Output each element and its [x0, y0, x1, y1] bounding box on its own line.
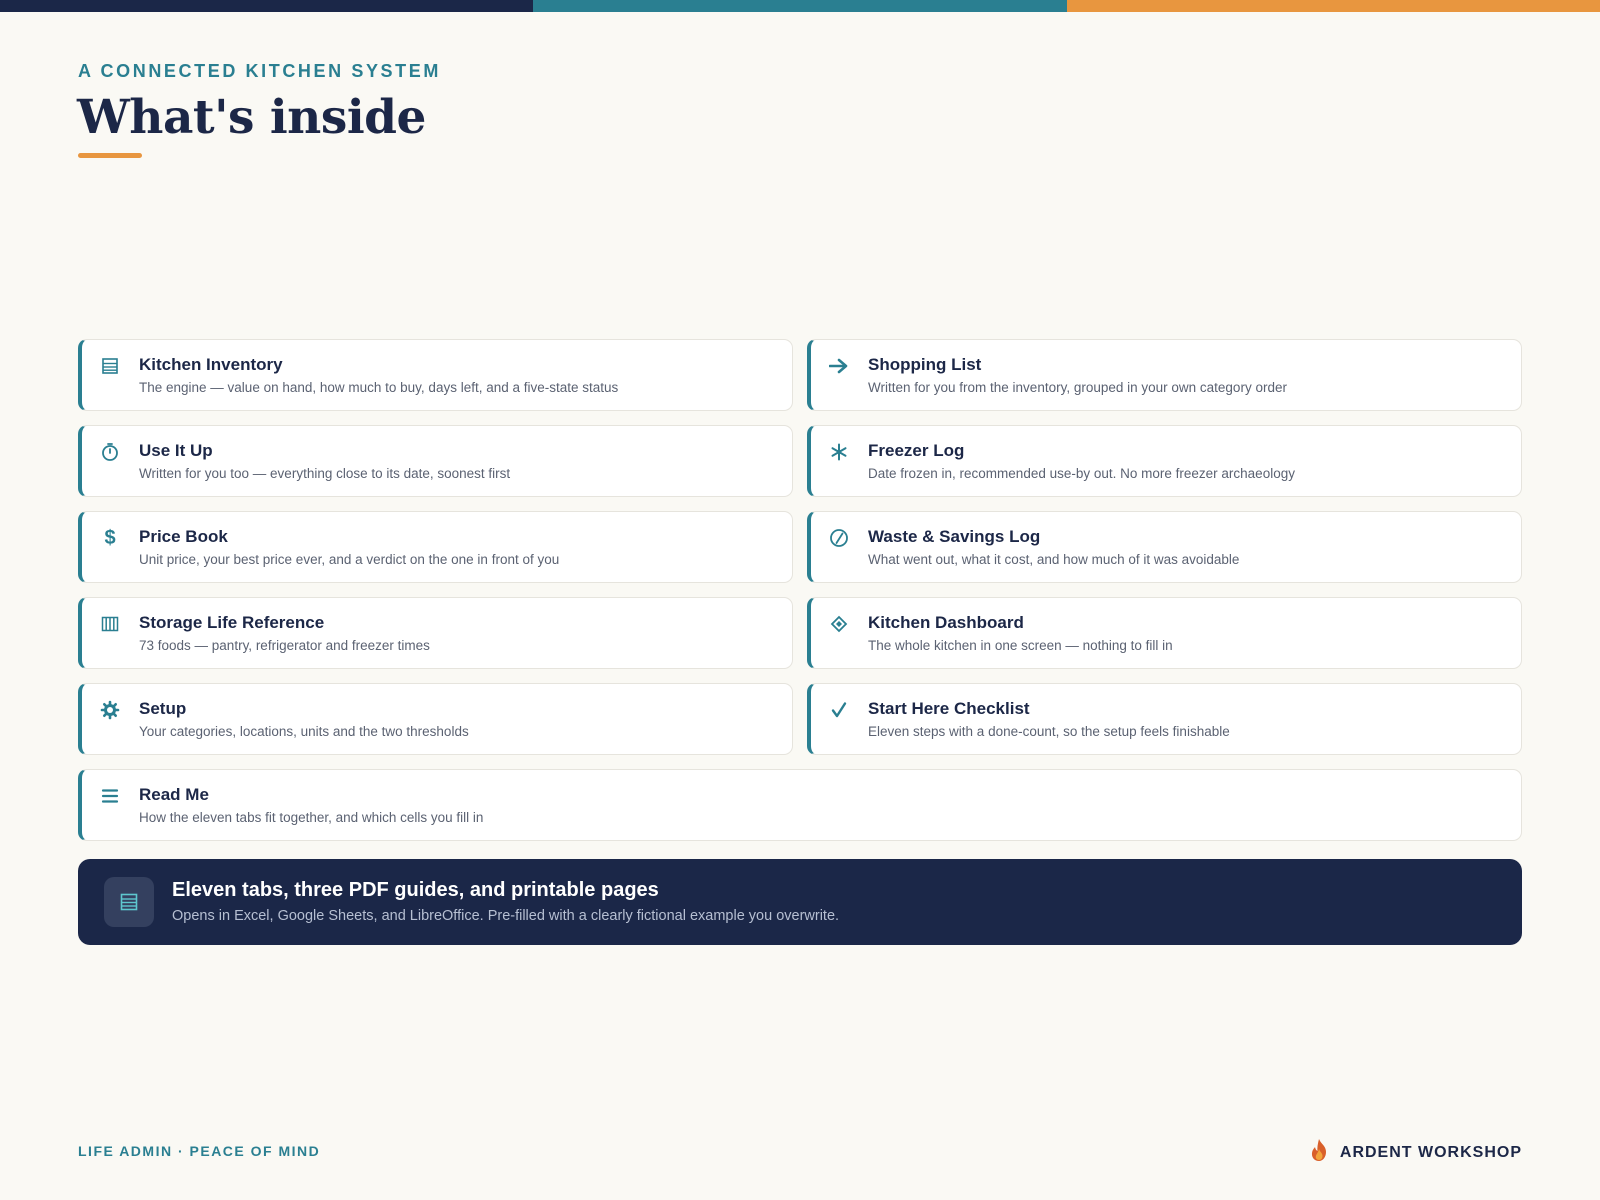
card-description: Date frozen in, recommended use-by out. … — [868, 466, 1295, 481]
card-setup: Setup Your categories, locations, units … — [78, 683, 793, 755]
card-title: Storage Life Reference — [139, 613, 325, 632]
title-underline — [78, 153, 142, 158]
card-use-it-up: Use It Up Written for you too — everythi… — [78, 425, 793, 497]
card-title: Waste & Savings Log — [868, 527, 1041, 546]
card-shopping-list: Shopping List Written for you from the i… — [807, 339, 1522, 411]
summary-banner: Eleven tabs, three PDF guides, and print… — [78, 859, 1522, 945]
card-description: Your categories, locations, units and th… — [139, 724, 469, 739]
card-title: Freezer Log — [868, 441, 965, 460]
card-freezer-log: Freezer Log Date frozen in, recommended … — [807, 425, 1522, 497]
card-waste-savings-log: Waste & Savings Log What went out, what … — [807, 511, 1522, 583]
card-description: Eleven steps with a done-count, so the s… — [868, 724, 1230, 739]
menu-lines-icon — [98, 784, 122, 808]
spreadsheet-icon — [104, 877, 154, 927]
brand-name: ARDENT WORKSHOP — [1339, 1143, 1522, 1161]
stopwatch-icon — [98, 440, 122, 464]
banner-subtitle: Opens in Excel, Google Sheets, and Libre… — [172, 908, 840, 924]
card-title: Start Here Checklist — [868, 699, 1030, 718]
card-storage-life-reference: Storage Life Reference 73 foods — pantry… — [78, 597, 793, 669]
snowflake-icon — [827, 440, 851, 464]
card-description: What went out, what it cost, and how muc… — [868, 552, 1240, 567]
card-kitchen-dashboard: Kitchen Dashboard The whole kitchen in o… — [807, 597, 1522, 669]
banner-title: Eleven tabs, three PDF guides, and print… — [172, 879, 659, 901]
columns-icon — [98, 612, 122, 636]
arrow-right-icon — [827, 354, 851, 378]
footer-tagline: LIFE ADMIN · PEACE OF MIND — [78, 1143, 321, 1159]
card-title: Kitchen Inventory — [139, 355, 283, 374]
footer-brand: ARDENT WORKSHOP — [1308, 1138, 1522, 1167]
card-start-here-checklist: Start Here Checklist Eleven steps with a… — [807, 683, 1522, 755]
top-bar-teal-segment — [533, 0, 1067, 12]
flame-logo-icon — [1308, 1138, 1330, 1167]
card-title: Setup — [139, 699, 187, 718]
card-title: Kitchen Dashboard — [868, 613, 1024, 632]
card-description: The engine — value on hand, how much to … — [139, 380, 619, 395]
card-description: Written for you from the inventory, grou… — [868, 380, 1287, 395]
card-kitchen-inventory: Kitchen Inventory The engine — value on … — [78, 339, 793, 411]
card-title: Shopping List — [868, 355, 982, 374]
eyebrow-label: A CONNECTED KITCHEN SYSTEM — [78, 61, 441, 81]
checkmark-icon — [827, 698, 851, 722]
page-title: What's inside — [77, 90, 426, 145]
top-color-bar — [0, 0, 1600, 12]
no-waste-icon — [827, 526, 851, 550]
diamond-icon — [827, 612, 851, 636]
top-bar-navy-segment — [0, 0, 534, 12]
card-description: Unit price, your best price ever, and a … — [139, 552, 560, 567]
card-title: Read Me — [139, 785, 209, 804]
card-description: Written for you too — everything close t… — [139, 466, 511, 481]
gear-icon — [98, 698, 122, 722]
card-read-me: Read Me How the eleven tabs fit together… — [78, 769, 1522, 841]
card-price-book: $ Price Book Unit price, your best price… — [78, 511, 793, 583]
list-icon — [98, 354, 122, 378]
top-bar-orange-segment — [1066, 0, 1600, 12]
card-title: Use It Up — [139, 441, 213, 460]
card-description: 73 foods — pantry, refrigerator and free… — [139, 638, 430, 653]
contents-grid: Kitchen Inventory The engine — value on … — [78, 339, 1522, 841]
card-description: The whole kitchen in one screen — nothin… — [868, 638, 1173, 653]
dollar-icon: $ — [104, 527, 116, 549]
card-description: How the eleven tabs fit together, and wh… — [139, 810, 484, 825]
card-title: Price Book — [139, 527, 228, 546]
